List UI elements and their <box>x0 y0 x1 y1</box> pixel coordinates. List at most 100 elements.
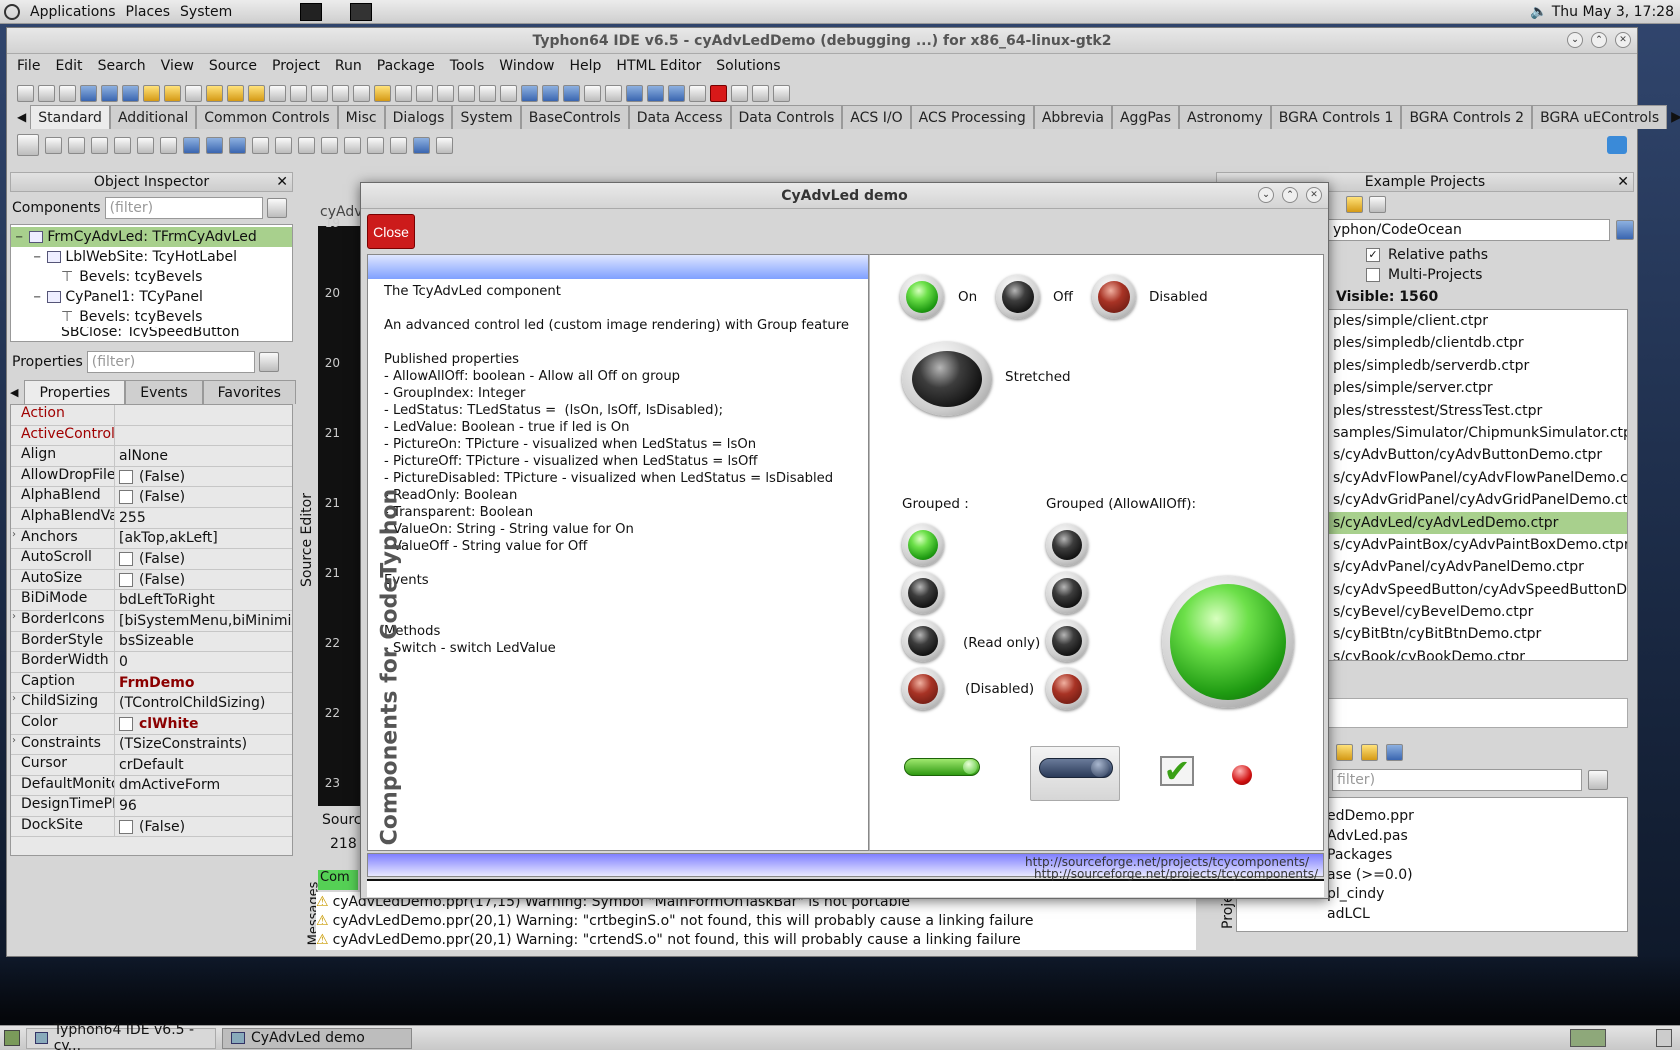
system-monitor-icon[interactable] <box>300 2 323 21</box>
package-link-icon[interactable] <box>248 84 265 102</box>
options-icon[interactable] <box>1361 744 1378 761</box>
project-item[interactable]: Packages <box>1327 847 1627 867</box>
property-value[interactable]: bsSizeable <box>115 632 292 652</box>
property-value[interactable]: FrmDemo <box>115 673 292 693</box>
minimize-icon[interactable]: ⌄ <box>1567 32 1583 48</box>
list-icon[interactable] <box>1386 744 1403 761</box>
trash-icon[interactable] <box>1656 1029 1672 1047</box>
palette-tab-data-access[interactable]: Data Access <box>628 105 731 129</box>
example-item[interactable]: ples/simple/server.ctpr <box>1329 377 1627 399</box>
example-item[interactable]: s/cyBitBtn/cyBitBtnDemo.ctpr <box>1329 623 1627 645</box>
debug-icon[interactable] <box>521 84 538 102</box>
radiobutton-icon[interactable] <box>229 136 246 154</box>
step-over-icon[interactable] <box>752 84 769 102</box>
filter-clear-icon[interactable] <box>266 198 287 218</box>
property-value[interactable]: dmActiveForm <box>115 776 292 796</box>
palette-tab-aggpas[interactable]: AggPas <box>1111 105 1180 129</box>
project-filter-input[interactable]: filter) <box>1332 769 1582 791</box>
tree-item[interactable]: − LblWebSite: TcyHotLabel <box>11 247 292 267</box>
find-icon[interactable] <box>80 84 97 102</box>
package-open-icon[interactable] <box>164 84 181 102</box>
filter-clear-icon[interactable] <box>1588 770 1608 790</box>
palette-tab-basecontrols[interactable]: BaseControls <box>520 105 629 129</box>
property-value[interactable] <box>115 426 292 446</box>
group1-led-1[interactable] <box>908 530 938 560</box>
property-value[interactable]: [biSystemMenu,biMinimize,biMaximize] <box>115 611 292 631</box>
pointer-icon[interactable] <box>17 134 39 156</box>
tree-item[interactable]: ⊤ Bevels: tcyBevels <box>11 267 292 287</box>
example-item[interactable]: ples/stresstest/StressTest.ctpr <box>1329 400 1627 422</box>
multi-projects-checkbox[interactable] <box>1366 268 1380 282</box>
menu-project[interactable]: Project <box>272 58 320 74</box>
maximize-icon[interactable]: ⌃ <box>1282 187 1298 203</box>
menu-window[interactable]: Window <box>499 58 554 74</box>
menu-tools[interactable]: Tools <box>450 58 485 74</box>
find-next-icon[interactable] <box>122 84 139 102</box>
breakpoints-icon[interactable] <box>563 84 580 102</box>
property-value[interactable]: (False) <box>115 817 292 837</box>
example-item[interactable]: s/cyAdvPanel/cyAdvPanelDemo.ctpr <box>1329 556 1627 578</box>
properties-filter-input[interactable]: (filter) <box>86 351 255 373</box>
property-value[interactable]: bdLeftToRight <box>115 590 292 610</box>
combobox-icon[interactable] <box>275 136 292 154</box>
checkbox[interactable] <box>119 572 133 587</box>
expand-icon[interactable]: › <box>12 735 16 746</box>
example-item[interactable]: s/cyAdvPaintBox/cyAdvPaintBoxDemo.ctpr <box>1329 534 1627 556</box>
maximize-icon[interactable]: ⌃ <box>1591 32 1607 48</box>
property-row[interactable]: › ChildSizing (TControlChildSizing) <box>11 693 292 714</box>
menu-file[interactable]: File <box>17 58 40 74</box>
path-input[interactable]: yphon/CodeOcean <box>1328 219 1611 241</box>
package-install-icon[interactable] <box>206 84 223 102</box>
menu-run[interactable]: Run <box>335 58 362 74</box>
big-led[interactable] <box>1170 584 1286 700</box>
palette-tab-bgra-controls-2[interactable]: BGRA Controls 2 <box>1401 105 1533 129</box>
listbox-icon[interactable] <box>252 136 269 154</box>
property-value[interactable]: (False) <box>115 487 292 507</box>
example-item[interactable]: s/cyAdvButton/cyAdvButtonDemo.ctpr <box>1329 444 1627 466</box>
tab-scroll-left-icon[interactable]: ◀ <box>10 386 18 399</box>
property-row[interactable]: Cursor crDefault <box>11 755 292 776</box>
property-row[interactable]: › BorderIcons [biSystemMenu,biMinimize,biM… <box>11 610 292 632</box>
property-row[interactable]: Action <box>11 405 292 426</box>
example-item[interactable]: s/cyAdvSpeedButton/cyAdvSpeedButtonDe <box>1329 579 1627 601</box>
palette-tab-standard[interactable]: Standard <box>30 105 110 129</box>
palette-tab-astronomy[interactable]: Astronomy <box>1179 105 1271 129</box>
expand-icon[interactable]: › <box>12 529 16 540</box>
palette-tab-bgra-controls-1[interactable]: BGRA Controls 1 <box>1270 105 1402 129</box>
property-row[interactable]: AutoSize (False) <box>11 569 292 591</box>
step-out-icon[interactable] <box>773 84 790 102</box>
watches-icon[interactable] <box>542 84 559 102</box>
taskbar-item-ide[interactable]: Typhon64 IDE v6.5 - cy... <box>26 1022 216 1050</box>
tree-item[interactable]: SBClose: TcySpeedButton <box>11 327 292 337</box>
taskbar-item-dialog[interactable]: CyAdvLed demo <box>222 1027 412 1049</box>
tree-item[interactable]: ⊤ Bevels: tcyBevels <box>11 307 292 327</box>
browse-icon[interactable] <box>1616 220 1634 240</box>
menu-view[interactable]: View <box>161 58 194 74</box>
property-row[interactable]: Color clWhite <box>11 713 292 735</box>
close-icon[interactable]: ✕ <box>1615 32 1631 48</box>
project-item[interactable]: ase (>=0.0) <box>1327 867 1627 887</box>
copy-icon[interactable] <box>605 84 622 102</box>
menu-edit[interactable]: Edit <box>55 58 82 74</box>
frame-icon[interactable] <box>413 136 430 154</box>
actionlist-icon[interactable] <box>436 136 453 154</box>
cut-icon[interactable] <box>584 84 601 102</box>
compile-icon[interactable] <box>437 84 454 102</box>
property-row[interactable]: ActiveControl <box>11 425 292 447</box>
palette-tab-dialogs[interactable]: Dialogs <box>384 105 453 129</box>
project-options-icon[interactable] <box>416 84 433 102</box>
property-row[interactable]: BiDiMode bdLeftToRight <box>11 590 292 611</box>
property-value[interactable]: 0 <box>115 652 292 672</box>
property-value[interactable]: [akTop,akLeft] <box>115 529 292 549</box>
red-dot-indicator[interactable] <box>1232 765 1252 785</box>
tab-properties[interactable]: Properties <box>24 380 126 404</box>
palette-scroll-icon[interactable] <box>1607 136 1627 154</box>
property-row[interactable]: DesignTimePPI 96 <box>11 796 292 817</box>
relative-paths-checkbox[interactable]: ✓ <box>1366 248 1380 262</box>
build-all-icon[interactable] <box>479 84 496 102</box>
message-line[interactable]: ⚠ cyAdvLedDemo.ppr(20,1) Warning: "crtbeg… <box>316 911 1196 930</box>
run-options-icon[interactable] <box>626 84 643 102</box>
property-value[interactable]: alNone <box>115 446 292 466</box>
menu-source[interactable]: Source <box>209 58 257 74</box>
property-value[interactable]: (False) <box>115 467 292 487</box>
